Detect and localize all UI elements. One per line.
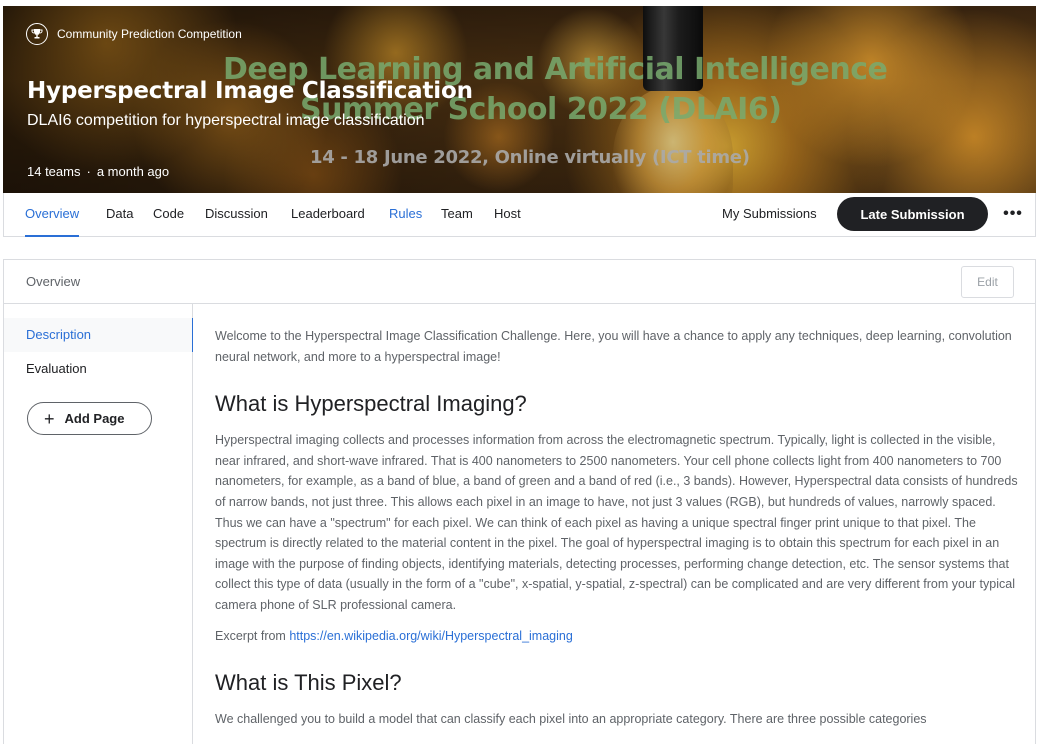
wikipedia-link[interactable]: https://en.wikipedia.org/wiki/Hyperspect…: [289, 629, 572, 643]
nav-item-description[interactable]: Description: [4, 318, 193, 352]
heading-what-is-this-pixel: What is This Pixel?: [215, 670, 402, 696]
tab-data[interactable]: Data: [106, 193, 133, 236]
tab-overview[interactable]: Overview: [25, 193, 80, 237]
tab-code[interactable]: Code: [153, 193, 184, 236]
overview-sidenav: Description Evaluation + Add Page: [4, 304, 193, 744]
heading-hyperspectral-imaging: What is Hyperspectral Imaging?: [215, 391, 527, 417]
excerpt-prefix: Excerpt from: [215, 628, 290, 643]
tab-rules[interactable]: Rules: [389, 193, 422, 236]
add-page-button[interactable]: + Add Page: [27, 402, 152, 435]
banner-image-text-line3: 14 - 18 June 2022, Online virtually (ICT…: [310, 147, 750, 168]
tab-host[interactable]: Host: [494, 193, 521, 236]
overview-header: Overview Edit: [4, 260, 1035, 304]
my-submissions-link[interactable]: My Submissions: [722, 193, 817, 235]
pixel-paragraph: We challenged you to build a model that …: [215, 712, 927, 727]
competition-type: Community Prediction Competition: [26, 23, 242, 45]
competition-type-label: Community Prediction Competition: [57, 27, 242, 41]
page-title: Hyperspectral Image Classification: [27, 78, 473, 104]
overview-title: Overview: [26, 274, 81, 289]
plus-icon: +: [44, 408, 55, 429]
description-content: Welcome to the Hyperspectral Image Class…: [215, 326, 1020, 730]
edit-button[interactable]: Edit: [961, 266, 1014, 298]
more-options-icon[interactable]: •••: [1000, 201, 1026, 227]
competition-header-banner: Deep Learning and Artificial Intelligenc…: [3, 6, 1036, 193]
imaging-paragraph: Hyperspectral imaging collects and proce…: [215, 433, 1018, 612]
tab-team[interactable]: Team: [441, 193, 473, 236]
meta-separator: ·: [86, 164, 91, 179]
page-subtitle: DLAI6 competition for hyperspectral imag…: [27, 112, 425, 129]
overview-panel: Overview Edit Description Evaluation + A…: [3, 259, 1036, 744]
excerpt-line: Excerpt from https://en.wikipedia.org/wi…: [215, 626, 1020, 647]
nav-item-evaluation[interactable]: Evaluation: [4, 352, 193, 386]
time-ago: a month ago: [96, 164, 170, 179]
teams-count[interactable]: 14 teams: [27, 164, 80, 179]
competition-tabs: Overview Data Code Discussion Leaderboar…: [3, 193, 1036, 237]
tab-discussion[interactable]: Discussion: [205, 193, 268, 236]
trophy-icon: [26, 23, 48, 45]
intro-paragraph: Welcome to the Hyperspectral Image Class…: [215, 329, 1012, 364]
tab-leaderboard[interactable]: Leaderboard: [291, 193, 365, 236]
late-submission-button[interactable]: Late Submission: [837, 197, 988, 231]
competition-meta: 14 teams · a month ago: [27, 164, 169, 179]
add-page-label: Add Page: [64, 411, 125, 426]
